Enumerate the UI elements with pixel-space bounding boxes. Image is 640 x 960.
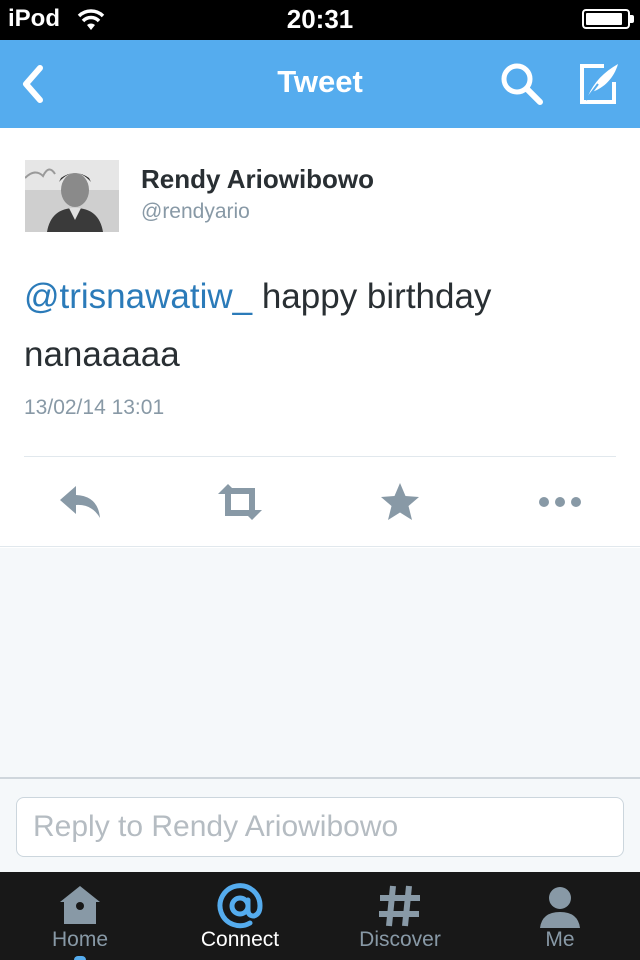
at-icon <box>217 883 263 929</box>
tab-bar: Home Connect Discover Me <box>0 872 640 960</box>
avatar-photo <box>25 160 119 232</box>
tab-me[interactable]: Me <box>480 872 640 960</box>
avatar[interactable] <box>25 160 119 232</box>
hashtag-icon <box>379 885 420 927</box>
compose-icon[interactable] <box>574 60 622 108</box>
author-handle[interactable]: @rendyario <box>141 200 250 224</box>
search-icon[interactable] <box>498 60 546 108</box>
favorite-icon[interactable] <box>376 480 424 524</box>
mention-link[interactable]: @trisnawatiw_ <box>24 277 252 316</box>
more-icon[interactable] <box>536 480 584 524</box>
divider <box>24 456 616 457</box>
tab-home-label: Home <box>51 928 109 951</box>
tab-connect[interactable]: Connect <box>160 872 320 960</box>
tweet-detail: Rendy Ariowibowo @rendyario @trisnawatiw… <box>0 128 640 547</box>
home-icon <box>60 886 100 924</box>
reply-bar <box>0 777 640 872</box>
tab-home[interactable]: Home <box>0 872 160 960</box>
author-name[interactable]: Rendy Ariowibowo <box>141 164 374 195</box>
unread-indicator <box>74 956 86 960</box>
reply-input[interactable] <box>16 797 624 857</box>
battery-icon <box>582 9 630 29</box>
battery-tip <box>630 15 634 23</box>
retweet-icon[interactable] <box>216 480 264 524</box>
tweet-timestamp: 13/02/14 13:01 <box>24 396 165 419</box>
tab-discover[interactable]: Discover <box>320 872 480 960</box>
person-icon <box>540 887 580 928</box>
tab-me-label: Me <box>545 928 575 951</box>
battery-level <box>586 13 622 25</box>
tab-discover-label: Discover <box>359 928 441 951</box>
tweet-text: @trisnawatiw_ happy birthday nanaaaaa <box>24 268 614 384</box>
navigation-bar: Tweet <box>0 40 640 128</box>
clock: 20:31 <box>286 4 354 34</box>
reply-icon[interactable] <box>56 480 104 524</box>
status-bar: iPod 20:31 <box>0 0 640 40</box>
replies-area <box>0 548 640 777</box>
tab-connect-label: Connect <box>200 928 280 951</box>
